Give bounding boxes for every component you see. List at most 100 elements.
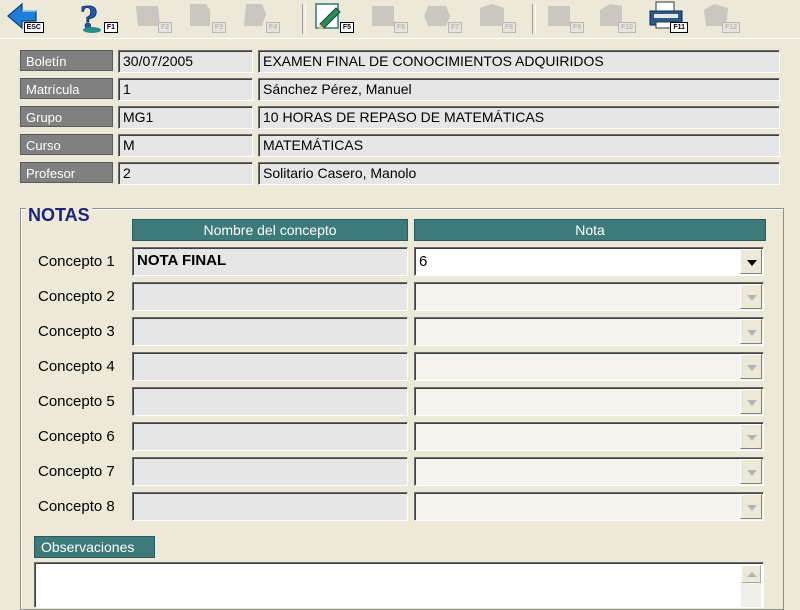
dropdown-button[interactable]	[740, 459, 762, 484]
grupo-label: Grupo	[20, 106, 113, 127]
concept-row-8: Concepto 8	[0, 492, 800, 522]
dropdown-button[interactable]	[740, 249, 762, 274]
nota-select[interactable]	[414, 282, 764, 311]
concept-row-4: Concepto 4	[0, 352, 800, 382]
dropdown-button[interactable]	[740, 284, 762, 309]
concept-row-1: Concepto 1 NOTA FINAL 6	[0, 247, 800, 277]
chevron-down-icon	[747, 400, 757, 406]
concept-label: Concepto 1	[38, 253, 115, 270]
concept-name-field[interactable]	[132, 492, 408, 521]
concept-row-7: Concepto 7	[0, 457, 800, 487]
matricula-name-field: Sánchez Pérez, Manuel	[258, 78, 780, 101]
concept-row-5: Concepto 5	[0, 387, 800, 417]
f1-key-label: F1	[103, 22, 118, 33]
f7-button[interactable]: F7	[420, 0, 464, 36]
dropdown-button[interactable]	[740, 494, 762, 519]
dropdown-button[interactable]	[740, 354, 762, 379]
f7-key-label: F7	[447, 22, 462, 33]
chevron-down-icon	[747, 330, 757, 336]
chevron-down-icon	[747, 260, 757, 266]
observaciones-textarea[interactable]	[34, 562, 764, 608]
chevron-down-icon	[747, 505, 757, 511]
concept-name-column-header: Nombre del concepto	[132, 219, 408, 241]
concept-label: Concepto 7	[38, 463, 115, 480]
f3-key-label: F3	[211, 22, 226, 33]
chevron-down-icon	[747, 365, 757, 371]
matricula-label: Matrícula	[20, 78, 113, 99]
observaciones-label: Observaciones	[34, 536, 155, 558]
concept-name-field[interactable]	[132, 457, 408, 486]
chevron-up-icon	[747, 572, 757, 577]
toolbar: ESC ? F1 F2 F3 F4 F5 F6 F7 F8 F9 F10 F11…	[0, 0, 800, 39]
notas-title: NOTAS	[26, 205, 92, 226]
f6-button[interactable]: F6	[366, 0, 410, 36]
boletin-date-field: 30/07/2005	[118, 50, 253, 73]
matricula-code-field: 1	[118, 78, 253, 101]
curso-name-field: MATEMÁTICAS	[258, 134, 780, 157]
esc-key-label: ESC	[23, 22, 44, 33]
chevron-down-icon	[747, 435, 757, 441]
concept-label: Concepto 3	[38, 323, 115, 340]
f6-key-label: F6	[393, 22, 408, 33]
f10-key-label: F10	[617, 22, 636, 33]
boletin-label: Boletín	[20, 50, 113, 71]
nota-select[interactable]	[414, 317, 764, 346]
print-button[interactable]: F11	[646, 0, 690, 36]
nota-select[interactable]	[414, 457, 764, 486]
concept-name-field[interactable]: NOTA FINAL	[132, 247, 408, 276]
concept-name-field[interactable]	[132, 422, 408, 451]
esc-back-button[interactable]: ESC	[2, 0, 46, 36]
nota-column-header: Nota	[414, 219, 766, 241]
edit-button[interactable]: F5	[312, 0, 356, 36]
concept-row-6: Concepto 6	[0, 422, 800, 452]
profesor-label: Profesor	[20, 162, 113, 183]
nota-select[interactable]	[414, 352, 764, 381]
f4-button[interactable]: F4	[238, 0, 282, 36]
toolbar-separator	[532, 4, 536, 34]
dropdown-button[interactable]	[740, 319, 762, 344]
concept-label: Concepto 8	[38, 498, 115, 515]
f10-button[interactable]: F10	[594, 0, 638, 36]
f3-button[interactable]: F3	[184, 0, 228, 36]
f4-key-label: F4	[265, 22, 280, 33]
concept-name-field[interactable]	[132, 317, 408, 346]
boletin-description-field: EXAMEN FINAL DE CONOCIMIENTOS ADQUIRIDOS	[258, 50, 780, 73]
concept-label: Concepto 6	[38, 428, 115, 445]
chevron-down-icon	[747, 470, 757, 476]
concept-label: Concepto 2	[38, 288, 115, 305]
nota-select[interactable]	[414, 387, 764, 416]
grupo-code-field: MG1	[118, 106, 253, 129]
curso-code-field: M	[118, 134, 253, 157]
concept-label: Concepto 5	[38, 393, 115, 410]
f2-key-label: F2	[157, 22, 172, 33]
nota-select[interactable]: 6	[414, 247, 764, 276]
f11-key-label: F11	[670, 22, 688, 33]
toolbar-separator	[302, 4, 306, 34]
f12-key-label: F12	[721, 22, 740, 33]
grupo-name-field: 10 HORAS DE REPASO DE MATEMÁTICAS	[258, 106, 780, 129]
chevron-down-icon	[747, 295, 757, 301]
curso-label: Curso	[20, 134, 113, 155]
nota-select[interactable]	[414, 422, 764, 451]
dropdown-button[interactable]	[740, 389, 762, 414]
concept-row-3: Concepto 3	[0, 317, 800, 347]
f12-button[interactable]: F12	[698, 0, 742, 36]
concept-name-field[interactable]	[132, 282, 408, 311]
help-button[interactable]: ? F1	[76, 0, 120, 36]
observaciones-scrollbar[interactable]	[741, 565, 761, 607]
profesor-code-field: 2	[118, 162, 253, 185]
concept-row-2: Concepto 2	[0, 282, 800, 312]
f8-key-label: F8	[501, 22, 516, 33]
f9-key-label: F9	[569, 22, 584, 33]
nota-select[interactable]	[414, 492, 764, 521]
concept-label: Concepto 4	[38, 358, 115, 375]
scroll-up-button[interactable]	[741, 565, 761, 583]
dropdown-button[interactable]	[740, 424, 762, 449]
concept-name-field[interactable]	[132, 387, 408, 416]
f8-button[interactable]: F8	[474, 0, 518, 36]
f2-button[interactable]: F2	[130, 0, 174, 36]
nota-value: 6	[419, 253, 428, 270]
f9-button[interactable]: F9	[542, 0, 586, 36]
concept-name-field[interactable]	[132, 352, 408, 381]
profesor-name-field: Solitario Casero, Manolo	[258, 162, 780, 185]
